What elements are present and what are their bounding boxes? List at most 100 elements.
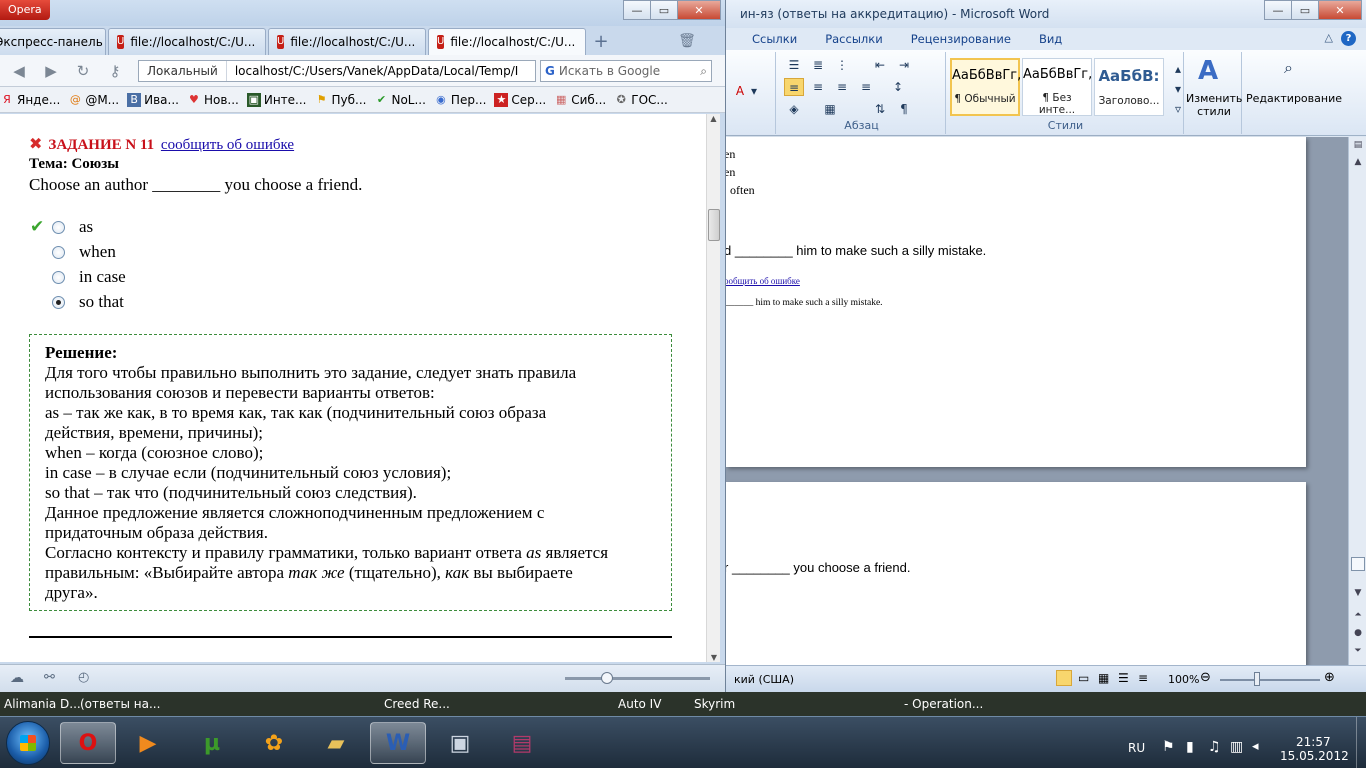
answer-option-when[interactable]: when [52, 242, 116, 262]
browser-vertical-scrollbar[interactable]: ▲ ▼ [706, 114, 720, 662]
minimize-button[interactable]: — [623, 0, 651, 20]
share-icon[interactable]: ⚯ [44, 670, 55, 685]
bookmark-item[interactable]: ⚑ Пуб... [315, 93, 367, 107]
taskbar-opera-icon[interactable]: O [60, 722, 116, 764]
back-icon[interactable]: ◀ [8, 61, 30, 81]
tab-close-icon[interactable]: ✕ [425, 35, 426, 49]
task-label[interactable]: (ответы на... [80, 697, 160, 711]
start-button[interactable] [6, 721, 50, 765]
style-normal[interactable]: АаБбВвГг, ¶ Обычный [950, 58, 1021, 116]
show-desktop-button[interactable] [1356, 717, 1366, 768]
volume-icon[interactable]: ♫ [1208, 739, 1221, 755]
prev-page-icon[interactable]: ⏶ [1349, 607, 1366, 624]
align-center-icon[interactable]: ≡ [808, 78, 828, 96]
zoom-slider[interactable] [565, 672, 710, 684]
turbo-icon[interactable]: ◴ [78, 670, 89, 685]
decrease-indent-icon[interactable]: ⇤ [870, 56, 890, 74]
zoom-out-icon[interactable]: ⊖ [1200, 670, 1211, 685]
maximize-button[interactable]: ▭ [650, 0, 678, 20]
bookmark-item[interactable]: ▦ Сиб... [554, 93, 606, 107]
multilevel-list-icon[interactable]: ⋮ [832, 56, 852, 74]
tab-review[interactable]: Рецензирование [911, 32, 1011, 46]
bookmark-item[interactable]: ◉ Пер... [434, 93, 486, 107]
browser-titlebar[interactable]: Opera — ▭ ✕ [0, 0, 725, 26]
bookmark-item[interactable]: ✪ ГОС... [614, 93, 668, 107]
numbering-icon[interactable]: ≣ [808, 56, 828, 74]
minimize-button[interactable]: — [1264, 0, 1292, 20]
outline-icon[interactable]: ☰ [1118, 671, 1129, 685]
align-right-icon[interactable]: ≡ [832, 78, 852, 96]
styles-more-icon[interactable]: ▿ [1168, 100, 1188, 118]
google-search-field[interactable]: G Искать в Google ⌕ [540, 60, 712, 82]
task-label[interactable]: - Operation... [904, 697, 983, 711]
ribbon-minimize-icon[interactable]: △ [1325, 31, 1333, 46]
reload-icon[interactable]: ↻ [72, 61, 94, 81]
styles-scroll-up-icon[interactable]: ▴ [1168, 60, 1188, 78]
full-screen-icon[interactable]: ▭ [1078, 671, 1089, 685]
maximize-button[interactable]: ▭ [1291, 0, 1319, 20]
forward-icon[interactable]: ▶ [40, 61, 62, 81]
draft-icon[interactable]: ≡ [1138, 671, 1148, 685]
search-icon[interactable]: ⌕ [700, 64, 707, 79]
answer-option-so-that[interactable]: so that [52, 292, 124, 312]
radio-button[interactable] [52, 220, 65, 234]
line-spacing-icon[interactable]: ↕ [888, 78, 908, 96]
close-button[interactable]: ✕ [677, 0, 721, 20]
ruler-toggle-icon[interactable]: ▤ [1349, 137, 1366, 154]
justify-icon[interactable]: ≡ [856, 78, 876, 96]
tab-file-1[interactable]: U file://localhost/C:/U... ✕ [108, 28, 266, 55]
scroll-down-icon[interactable]: ▼ [1349, 585, 1366, 602]
answer-option-in-case[interactable]: in case [52, 267, 126, 287]
word-titlebar[interactable]: ин-яз (ответы на аккредитацию) - Microso… [726, 0, 1366, 28]
tab-file-3[interactable]: U file://localhost/C:/U... ✕ [428, 28, 586, 55]
bullets-icon[interactable]: ☰ [784, 56, 804, 74]
bookmark-item[interactable]: Я Янде... [0, 93, 60, 107]
answer-option-as[interactable]: as [52, 217, 93, 237]
radio-button-selected[interactable] [52, 295, 65, 309]
increase-indent-icon[interactable]: ⇥ [894, 56, 914, 74]
scroll-up-icon[interactable]: ▲ [1349, 154, 1366, 171]
clock-date[interactable]: 15.05.2012 [1280, 749, 1349, 763]
input-language[interactable]: RU [1128, 741, 1145, 755]
language-status[interactable]: кий (США) [734, 673, 794, 686]
bookmark-item[interactable]: B Ива... [127, 92, 179, 107]
bookmark-item[interactable]: @ @M... [68, 93, 119, 107]
borders-icon[interactable]: ▦ [820, 100, 840, 118]
taskbar-messenger-icon[interactable]: ✿ [246, 722, 302, 764]
zoom-slider-knob[interactable] [601, 672, 613, 684]
opera-unite-icon[interactable]: ☁ [10, 670, 24, 686]
key-icon[interactable]: ⚷ [104, 61, 126, 81]
scroll-down-icon[interactable]: ▼ [707, 653, 721, 662]
show-hidden-icons-icon[interactable]: ◂ [1252, 739, 1259, 754]
document-page-2[interactable]: r ________ you choose a friend. [726, 482, 1306, 672]
zoom-in-icon[interactable]: ⊕ [1324, 670, 1335, 685]
bookmark-item[interactable]: ✔ NoL... [374, 93, 426, 107]
tab-close-icon[interactable]: ✕ [585, 35, 586, 49]
word-vertical-scrollbar[interactable]: ▤ ▲ ▼ ⏶ ● ⏷ [1348, 137, 1366, 665]
style-heading[interactable]: АаБбВ: Заголово... [1094, 58, 1164, 116]
zoom-slider-knob[interactable] [1254, 672, 1260, 686]
network-icon[interactable]: ▥ [1230, 739, 1243, 755]
font-color-dropdown-icon[interactable]: ▾ [744, 82, 764, 100]
task-label[interactable]: Skyrim [694, 697, 735, 711]
new-tab-button[interactable]: + [588, 28, 614, 55]
doc-report-link[interactable]: сообщить об ошибке [726, 276, 800, 286]
taskbar-video-editor-icon[interactable]: ▣ [432, 722, 488, 764]
tab-references[interactable]: Ссылки [752, 32, 797, 46]
address-local-badge[interactable]: Локальный [139, 61, 227, 81]
report-error-link[interactable]: сообщить об ошибке [161, 137, 294, 153]
close-button[interactable]: ✕ [1318, 0, 1362, 20]
taskbar-utorrent-icon[interactable]: µ [184, 722, 240, 764]
trash-icon[interactable]: 🗑 [674, 28, 700, 55]
help-icon[interactable]: ? [1341, 31, 1356, 46]
zoom-slider[interactable] [1220, 679, 1320, 681]
bookmark-item[interactable]: ★ Сер... [494, 92, 546, 107]
style-no-spacing[interactable]: АаБбВвГг, ¶ Без инте... [1022, 58, 1092, 116]
taskbar-word-icon[interactable]: W [370, 722, 426, 764]
taskbar-explorer-icon[interactable]: ▰ [308, 722, 364, 764]
scroll-up-icon[interactable]: ▲ [707, 114, 720, 123]
task-label[interactable]: Alimania D... [4, 697, 81, 711]
address-url[interactable]: localhost/C:/Users/Vanek/AppData/Local/T… [227, 64, 518, 78]
editing-group[interactable]: ⌕ Редактирование [1244, 52, 1366, 134]
bookmark-item[interactable]: ▣ Инте... [246, 92, 307, 107]
